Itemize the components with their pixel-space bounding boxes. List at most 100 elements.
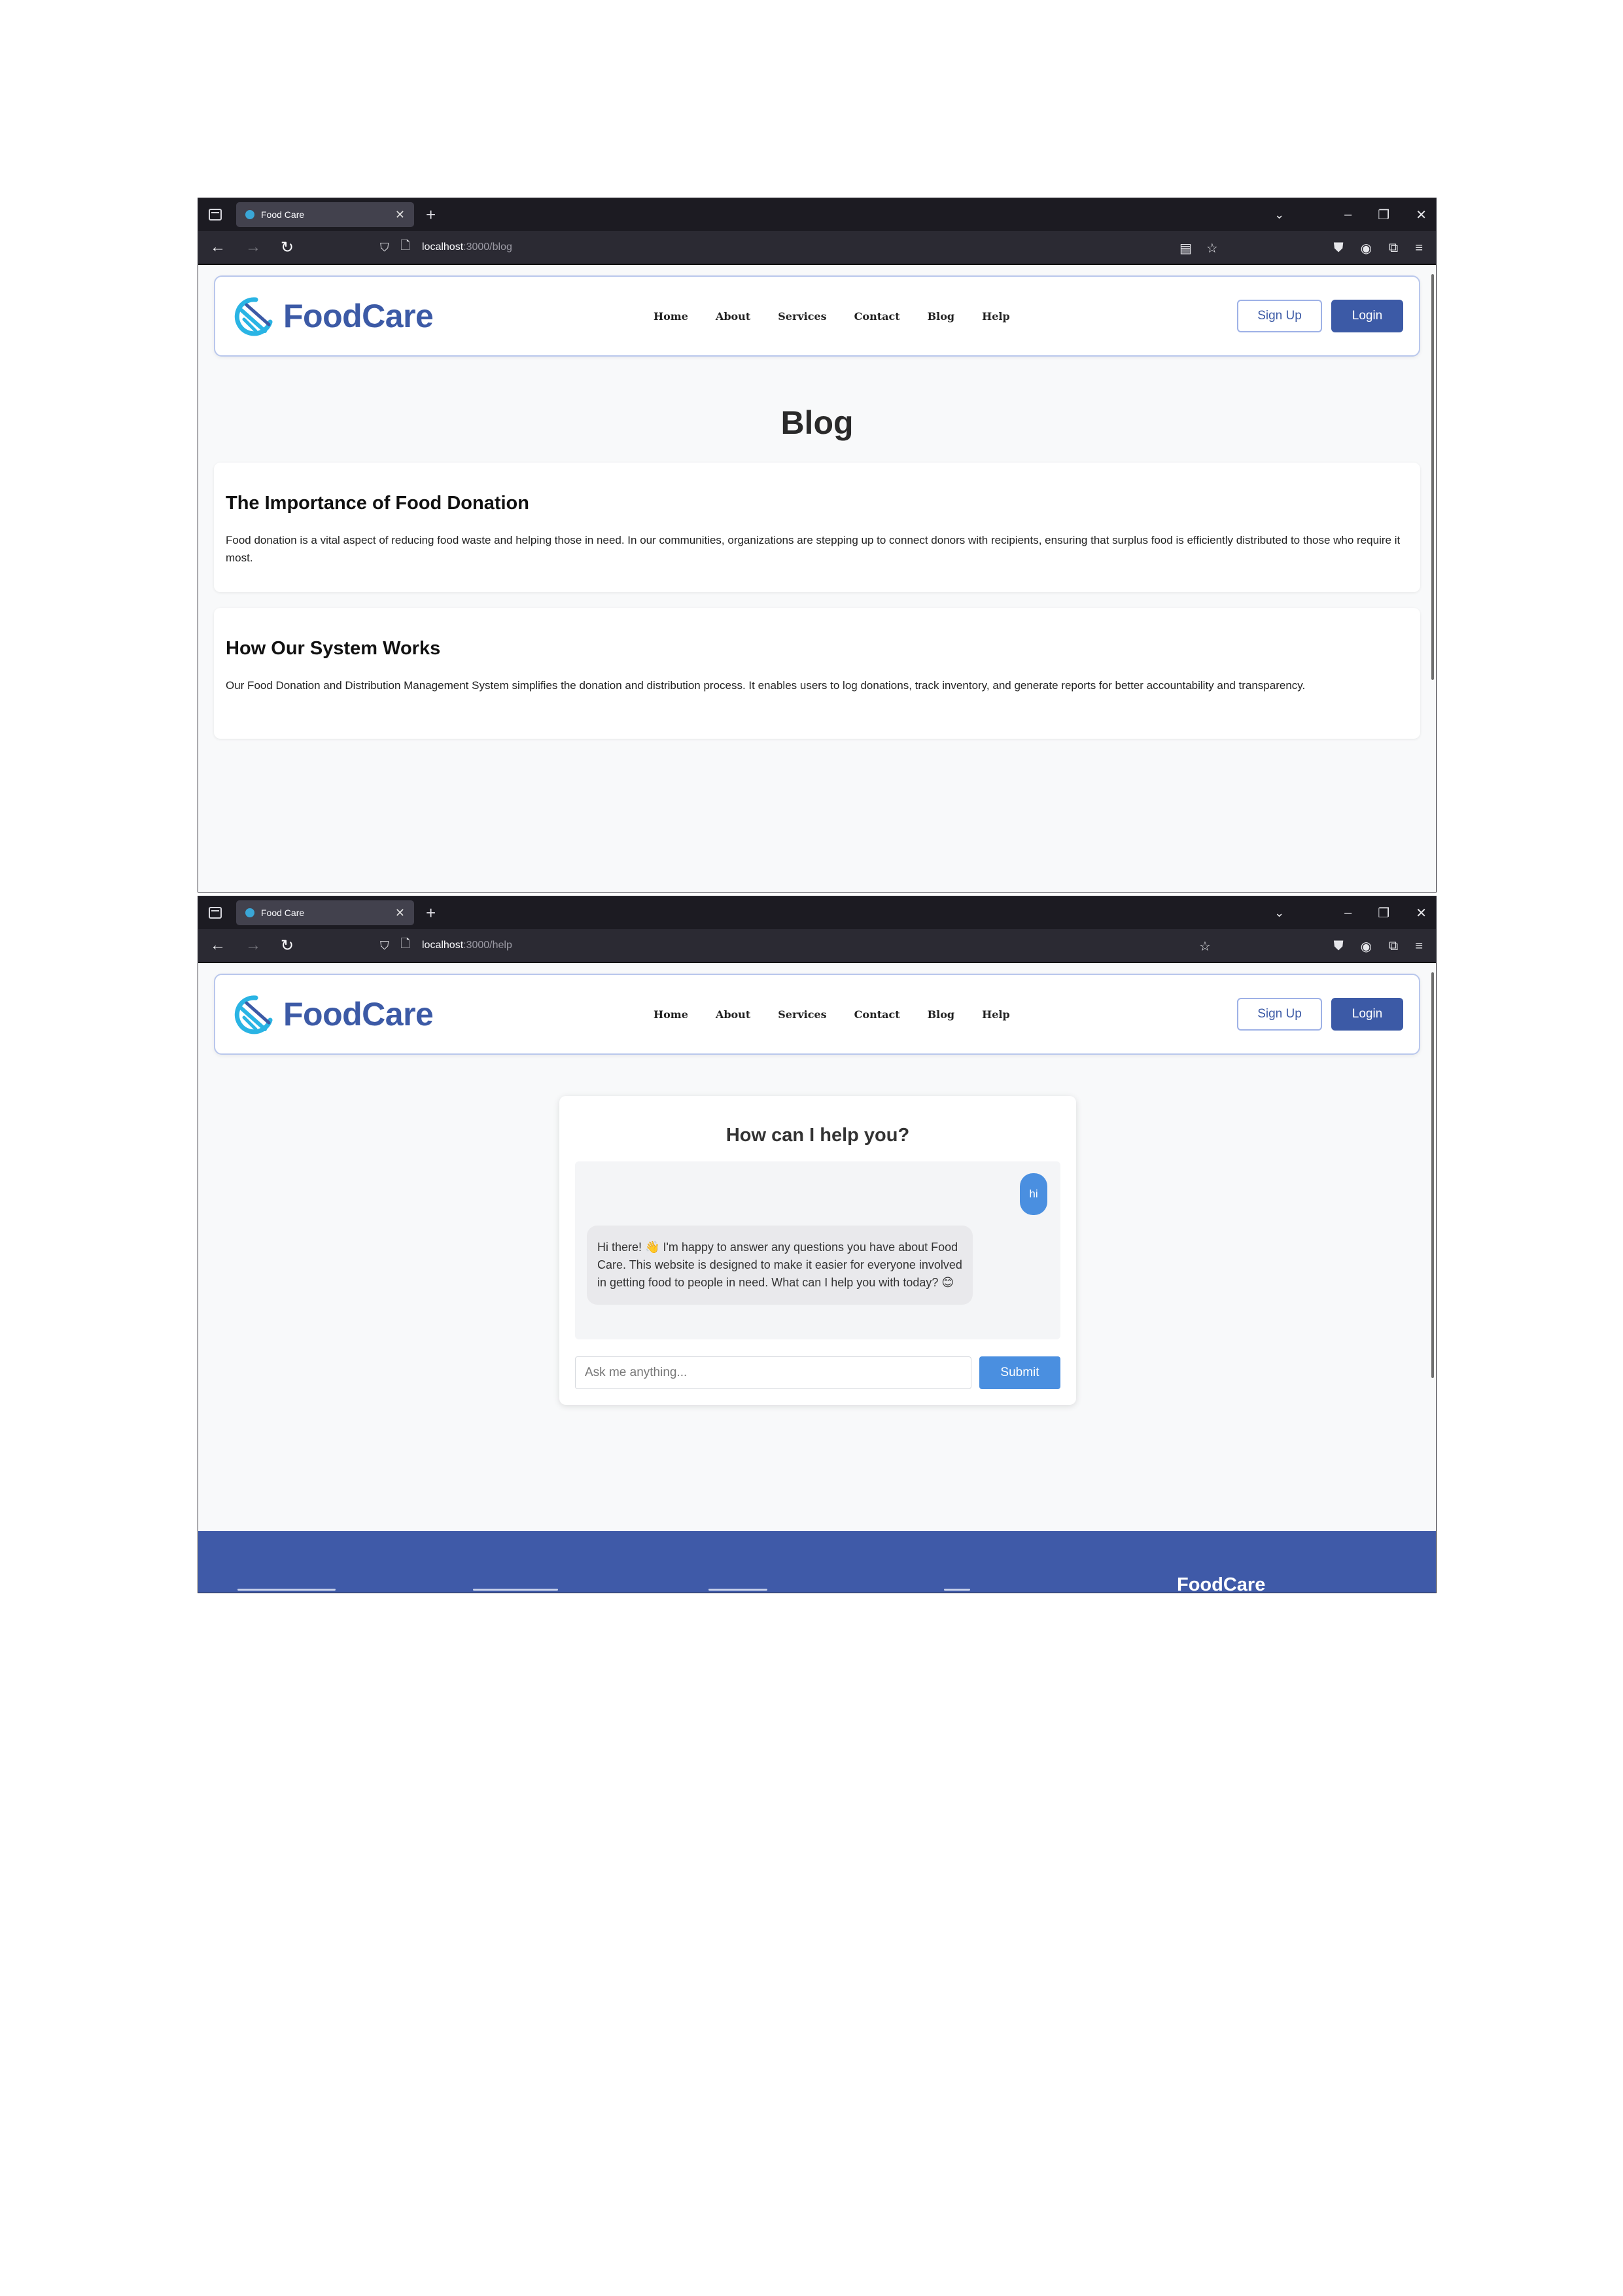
chevron-down-icon[interactable]: ⌄ <box>1274 906 1284 920</box>
minimize-icon[interactable]: – <box>1344 906 1352 921</box>
browser-tab[interactable]: Food Care ✕ <box>236 202 414 227</box>
extensions-icon[interactable]: ⧉ <box>1389 241 1398 256</box>
chat-messages[interactable]: hi Hi there! 👋 I'm happy to answer any q… <box>575 1161 1060 1339</box>
account-icon[interactable]: ◉ <box>1361 240 1372 256</box>
forward-arrow-icon[interactable]: → <box>245 238 261 257</box>
bot-message: Hi there! 👋 I'm happy to answer any ques… <box>587 1226 973 1305</box>
url-host: localhost <box>421 241 464 253</box>
nav-help[interactable]: Help <box>982 310 1010 323</box>
nav-contact[interactable]: Contact <box>854 310 900 323</box>
nav-about[interactable]: About <box>716 1008 750 1021</box>
url-path: :3000/help <box>463 940 512 951</box>
tab-title: Food Care <box>261 209 305 220</box>
page-icon[interactable]: 🗋 <box>401 238 410 257</box>
nav-services[interactable]: Services <box>778 1008 826 1021</box>
close-window-icon[interactable]: ✕ <box>1416 207 1427 223</box>
tab-list-icon[interactable] <box>209 907 222 919</box>
back-arrow-icon[interactable]: ← <box>210 238 226 257</box>
close-window-icon[interactable]: ✕ <box>1416 905 1427 921</box>
back-arrow-icon[interactable]: ← <box>210 936 226 955</box>
shield-icon[interactable]: ⛉ <box>380 939 389 953</box>
site-header: FoodCare Home About Services Contact Blo… <box>214 974 1420 1055</box>
chat-heading: How can I help you? <box>725 1125 910 1146</box>
footer: FoodCare <box>198 1531 1436 1593</box>
new-tab-icon[interactable]: + <box>426 903 436 923</box>
favicon-icon <box>245 210 254 219</box>
browser-tab[interactable]: Food Care ✕ <box>236 900 414 925</box>
close-tab-icon[interactable]: ✕ <box>395 906 405 920</box>
nav-blog[interactable]: Blog <box>928 310 954 323</box>
signup-button[interactable]: Sign Up <box>1237 998 1322 1031</box>
shield-icon[interactable]: ⛉ <box>380 241 389 255</box>
browser-tab-bar: Food Care ✕ + ⌄ – ❐ ✕ <box>198 896 1436 929</box>
account-icon[interactable]: ◉ <box>1361 938 1372 955</box>
new-tab-icon[interactable]: + <box>426 205 436 225</box>
scrollbar[interactable] <box>1431 274 1434 680</box>
bookmark-star-icon[interactable]: ☆ <box>1199 938 1211 955</box>
reload-icon[interactable]: ↻ <box>281 238 294 257</box>
user-message: hi <box>1020 1173 1047 1215</box>
browser-nav-bar: ← → ↻ ⛉ 🗋 localhost:3000/blog ▤ ☆ ⛊ ◉ ⧉ … <box>198 231 1436 265</box>
blog-post: How Our System Works Our Food Donation a… <box>214 608 1420 739</box>
logo-icon <box>234 297 273 336</box>
footer-link[interactable] <box>944 1589 970 1591</box>
url-bar[interactable]: ⛉ 🗋 localhost:3000/help <box>380 934 512 957</box>
restore-icon[interactable]: ❐ <box>1378 207 1389 223</box>
submit-button[interactable]: Submit <box>979 1356 1060 1389</box>
page-title: Blog <box>780 404 854 441</box>
logo[interactable]: FoodCare <box>230 296 434 336</box>
extensions-icon[interactable]: ⧉ <box>1389 939 1398 954</box>
restore-icon[interactable]: ❐ <box>1378 905 1389 921</box>
url-bar[interactable]: ⛉ 🗋 localhost:3000/blog <box>380 236 512 259</box>
main-nav: Home About Services Contact Blog Help <box>654 1008 1010 1021</box>
browser-nav-bar: ← → ↻ ⛉ 🗋 localhost:3000/help ☆ ⛊ ◉ ⧉ ≡ <box>198 929 1436 963</box>
url-host: localhost <box>421 940 464 951</box>
logo-text: FoodCare <box>283 996 434 1033</box>
bookmark-star-icon[interactable]: ☆ <box>1206 240 1218 256</box>
footer-link[interactable] <box>237 1589 336 1591</box>
tab-title: Food Care <box>261 908 305 918</box>
login-button[interactable]: Login <box>1331 300 1403 332</box>
post-body: Food donation is a vital aspect of reduc… <box>226 534 1401 564</box>
forward-arrow-icon[interactable]: → <box>245 936 261 955</box>
footer-link[interactable] <box>473 1589 558 1591</box>
nav-services[interactable]: Services <box>778 310 826 323</box>
page-icon[interactable]: 🗋 <box>401 936 410 955</box>
main-nav: Home About Services Contact Blog Help <box>654 310 1010 323</box>
reload-icon[interactable]: ↻ <box>281 936 294 955</box>
favicon-icon <box>245 908 254 917</box>
blog-post: The Importance of Food Donation Food don… <box>214 463 1420 592</box>
minimize-icon[interactable]: – <box>1344 207 1352 222</box>
post-body: Our Food Donation and Distribution Manag… <box>226 679 1306 692</box>
reader-view-icon[interactable]: ▤ <box>1179 240 1192 256</box>
logo-text: FoodCare <box>283 298 434 334</box>
nav-about[interactable]: About <box>716 310 750 323</box>
logo[interactable]: FoodCare <box>230 994 434 1034</box>
nav-blog[interactable]: Blog <box>928 1008 954 1021</box>
footer-link[interactable] <box>708 1589 767 1591</box>
chat-input[interactable] <box>575 1356 971 1389</box>
help-chat-card: How can I help you? hi Hi there! 👋 I'm h… <box>559 1096 1076 1405</box>
url-path: :3000/blog <box>463 241 512 253</box>
signup-button[interactable]: Sign Up <box>1237 300 1322 332</box>
logo-icon <box>234 995 273 1034</box>
nav-home[interactable]: Home <box>654 1008 688 1021</box>
menu-icon[interactable]: ≡ <box>1415 241 1423 256</box>
pocket-icon[interactable]: ⛊ <box>1334 241 1344 256</box>
menu-icon[interactable]: ≡ <box>1415 939 1423 954</box>
nav-home[interactable]: Home <box>654 310 688 323</box>
scrollbar[interactable] <box>1431 972 1434 1378</box>
close-tab-icon[interactable]: ✕ <box>395 208 405 222</box>
help-screenshot: Food Care ✕ + ⌄ – ❐ ✕ ← → ↻ ⛉ 🗋 localhos… <box>198 896 1437 1593</box>
post-title: How Our System Works <box>226 638 441 659</box>
login-button[interactable]: Login <box>1331 998 1403 1031</box>
blog-screenshot: Food Care ✕ + ⌄ – ❐ ✕ ← → ↻ ⛉ 🗋 localhos… <box>198 198 1437 892</box>
post-title: The Importance of Food Donation <box>226 493 529 514</box>
tab-list-icon[interactable] <box>209 209 222 221</box>
pocket-icon[interactable]: ⛊ <box>1334 939 1344 954</box>
footer-brand: FoodCare <box>1177 1574 1266 1593</box>
nav-help[interactable]: Help <box>982 1008 1010 1021</box>
chevron-down-icon[interactable]: ⌄ <box>1274 208 1284 222</box>
nav-contact[interactable]: Contact <box>854 1008 900 1021</box>
site-header: FoodCare Home About Services Contact Blo… <box>214 275 1420 357</box>
